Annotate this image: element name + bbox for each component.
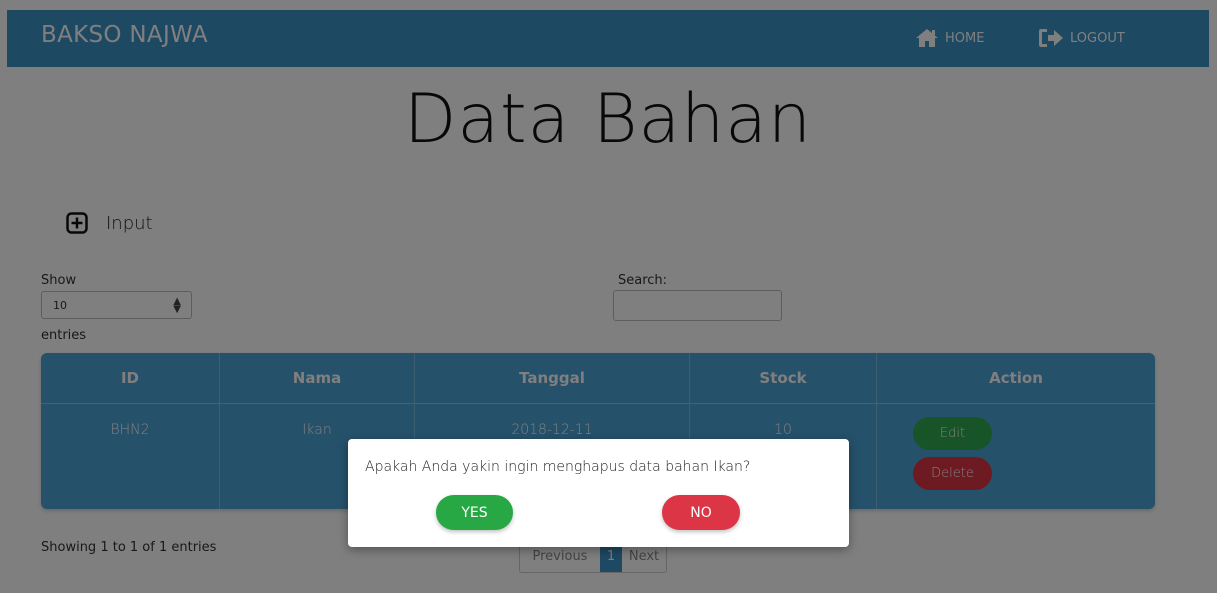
confirm-dialog: Apakah Anda yakin ingin menghapus data b…	[348, 439, 849, 547]
yes-button[interactable]: YES	[436, 495, 513, 530]
confirm-message: Apakah Anda yakin ingin menghapus data b…	[365, 459, 751, 475]
no-button[interactable]: NO	[662, 495, 740, 530]
